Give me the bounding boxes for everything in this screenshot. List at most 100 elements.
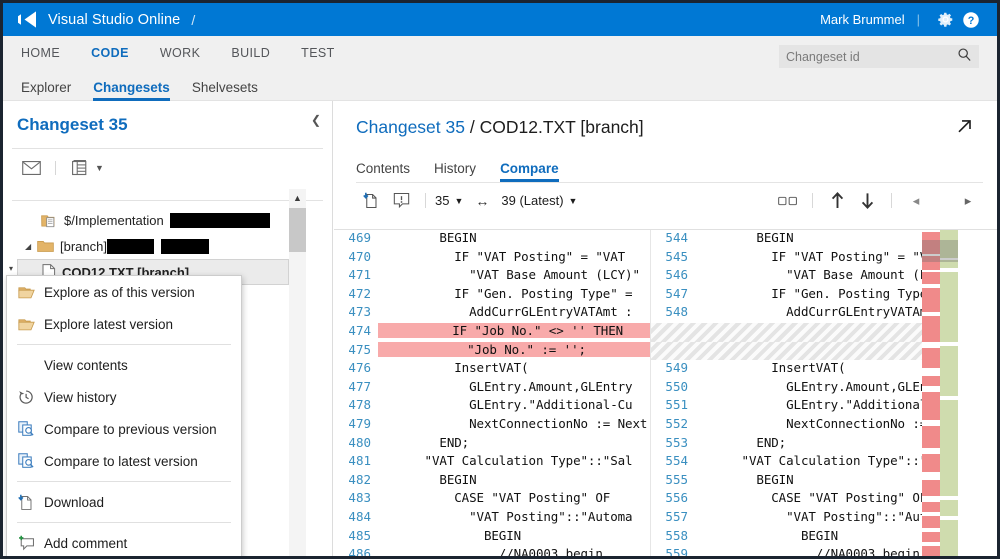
page-next-icon[interactable]: ▸ — [953, 189, 983, 213]
nav-code[interactable]: CODE — [91, 46, 129, 60]
diff-line[interactable]: 554 "VAT Calculation Type"::"Sal — [651, 453, 958, 472]
diff-line[interactable]: 470 IF "VAT Posting" = "VAT — [334, 249, 650, 268]
tree-twisty-icon[interactable]: ◢ — [25, 242, 37, 251]
diff-line[interactable]: 476 InsertVAT( — [334, 360, 650, 379]
diff-line[interactable]: 478 GLEntry."Additional-Cu — [334, 397, 650, 416]
diff-line[interactable]: 559 //NA0003.begin — [651, 546, 958, 556]
nav-test[interactable]: TEST — [301, 46, 335, 60]
diff-line[interactable]: 477 GLEntry.Amount,GLEntry — [334, 379, 650, 398]
side-by-side-icon[interactable] — [773, 189, 803, 213]
next-difference-icon[interactable] — [852, 189, 882, 213]
minimap-changes-column[interactable] — [922, 230, 940, 556]
tab-compare[interactable]: Compare — [500, 161, 559, 182]
menu-item-view-contents[interactable]: View contents — [7, 349, 241, 381]
minimap-viewport[interactable] — [922, 240, 940, 262]
diff-line[interactable]: 552 NextConnectionNo := Next — [651, 416, 958, 435]
diff-line[interactable]: 471 "VAT Base Amount (LCY)" — [334, 267, 650, 286]
diff-line[interactable]: 546 "VAT Base Amount (LCY)" — [651, 267, 958, 286]
diff-line[interactable]: 473 AddCurrGLEntryVATAmt : — [334, 304, 650, 323]
menu-item-view-history[interactable]: View history — [7, 381, 241, 413]
diff-line[interactable]: 480 END; — [334, 435, 650, 454]
open-in-new-icon[interactable] — [955, 117, 975, 137]
diff-right-pane[interactable]: 544 BEGIN 545 IF "VAT Posting" = "VAT 546… — [650, 230, 958, 556]
search-input[interactable] — [786, 49, 957, 64]
diff-line[interactable] — [651, 322, 958, 342]
menu-item-add-comment[interactable]: Add comment — [7, 527, 241, 556]
diff-line[interactable]: 475 "Job No." := ''; — [334, 341, 650, 361]
diff-line[interactable]: 555 BEGIN — [651, 472, 958, 491]
toolbar-divider — [812, 193, 813, 208]
diff-line[interactable]: 549 InsertVAT( — [651, 360, 958, 379]
scrollbar-thumb[interactable] — [289, 208, 306, 252]
list-view-icon[interactable] — [67, 157, 93, 179]
breadcrumb-changeset-link[interactable]: Changeset 35 — [356, 117, 465, 137]
diff-line[interactable]: 544 BEGIN — [651, 230, 958, 249]
tab-explorer[interactable]: Explorer — [21, 80, 71, 100]
nav-build[interactable]: BUILD — [231, 46, 270, 60]
diff-line[interactable] — [651, 341, 958, 361]
diff-line[interactable]: 482 BEGIN — [334, 472, 650, 491]
diff-line[interactable]: 551 GLEntry."Additional-Cu — [651, 397, 958, 416]
search-box[interactable] — [779, 45, 979, 68]
tree-item-branch[interactable]: ◢ [branch] — [3, 233, 332, 259]
tree-item-project[interactable]: $/Implementation — [3, 207, 332, 233]
diff-line[interactable]: 472 IF "Gen. Posting Type" = — [334, 286, 650, 305]
menu-item-explore-latest-version[interactable]: Explore latest version — [7, 308, 241, 340]
user-name[interactable]: Mark Brummel — [820, 12, 905, 27]
menu-item-compare-to-previous-version[interactable]: Compare to previous version — [7, 413, 241, 445]
diff-line[interactable]: 479 NextConnectionNo := Next — [334, 416, 650, 435]
sidebar-scrollbar[interactable]: ▲ — [289, 189, 306, 556]
diff-line[interactable]: 558 BEGIN — [651, 528, 958, 547]
line-number: 484 — [348, 508, 371, 524]
diff-line[interactable]: 556 CASE "VAT Posting" OF — [651, 490, 958, 509]
diff-line[interactable]: 483 CASE "VAT Posting" OF — [334, 490, 650, 509]
diff-line[interactable]: 557 "VAT Posting"::"Automa — [651, 509, 958, 528]
diff-line[interactable]: 485 BEGIN — [334, 528, 650, 547]
menu-item-label: Explore as of this version — [44, 284, 195, 300]
diff-line[interactable]: 474 IF "Job No." <> '' THEN — [334, 322, 650, 342]
chevron-left-icon[interactable]: ❮ — [311, 113, 321, 127]
nav-home[interactable]: HOME — [21, 46, 60, 60]
menu-item-compare-to-latest-version[interactable]: Compare to latest version — [7, 445, 241, 477]
nav-work[interactable]: WORK — [160, 46, 201, 60]
page-previous-icon[interactable]: ◂ — [901, 189, 931, 213]
diff-line[interactable]: 550 GLEntry.Amount,GLEntry — [651, 379, 958, 398]
previous-difference-icon[interactable] — [822, 189, 852, 213]
scroll-up-icon[interactable]: ▲ — [289, 189, 306, 206]
tab-changesets[interactable]: Changesets — [93, 80, 170, 101]
line-content: END; — [380, 434, 470, 450]
minimap-change-mark — [922, 376, 940, 386]
diff-left-pane[interactable]: 469 BEGIN 470 IF "VAT Posting" = "VAT 471… — [334, 230, 650, 556]
comment-alert-icon[interactable] — [386, 189, 416, 213]
chevron-down-icon[interactable]: ▼ — [95, 163, 104, 173]
download-file-icon[interactable] — [356, 189, 386, 213]
swap-versions-icon[interactable]: ↔ — [475, 193, 489, 209]
tab-contents[interactable]: Contents — [356, 161, 410, 182]
diff-viewer[interactable]: 469 BEGIN 470 IF "VAT Posting" = "VAT 471… — [334, 229, 997, 556]
menu-item-download[interactable]: Download — [7, 486, 241, 518]
line-number: 548 — [665, 304, 688, 320]
minimap-overview-column[interactable] — [940, 230, 958, 556]
search-icon[interactable] — [957, 47, 972, 67]
diff-minimap[interactable] — [922, 230, 958, 556]
help-icon[interactable]: ? — [958, 7, 984, 33]
left-version-selector[interactable]: 35 ▼ — [435, 193, 463, 208]
tree-twisty-icon[interactable]: ▾ — [9, 264, 13, 273]
minimap-change-mark — [922, 454, 940, 472]
menu-item-explore-as-of-this-version[interactable]: Explore as of this version — [7, 276, 241, 308]
gear-icon[interactable] — [932, 7, 958, 33]
diff-line[interactable]: 481 "VAT Calculation Type"::"Sal — [334, 453, 650, 472]
diff-line[interactable]: 553 END; — [651, 435, 958, 454]
tab-history[interactable]: History — [434, 161, 476, 182]
minimap-viewport[interactable] — [940, 240, 958, 262]
diff-line[interactable]: 469 BEGIN — [334, 230, 650, 249]
diff-line[interactable]: 545 IF "VAT Posting" = "VAT — [651, 249, 958, 268]
top-bar-right: Mark Brummel | ? — [820, 7, 997, 33]
diff-line[interactable]: 484 "VAT Posting"::"Automa — [334, 509, 650, 528]
tab-shelvesets[interactable]: Shelvesets — [192, 80, 258, 100]
diff-line[interactable]: 486 //NA0003.begin — [334, 546, 650, 556]
right-version-selector[interactable]: 39 (Latest) ▼ — [501, 193, 577, 208]
diff-line[interactable]: 548 AddCurrGLEntryVATAmt :: — [651, 304, 958, 323]
envelope-icon[interactable] — [18, 157, 44, 179]
diff-line[interactable]: 547 IF "Gen. Posting Type" = — [651, 286, 958, 305]
